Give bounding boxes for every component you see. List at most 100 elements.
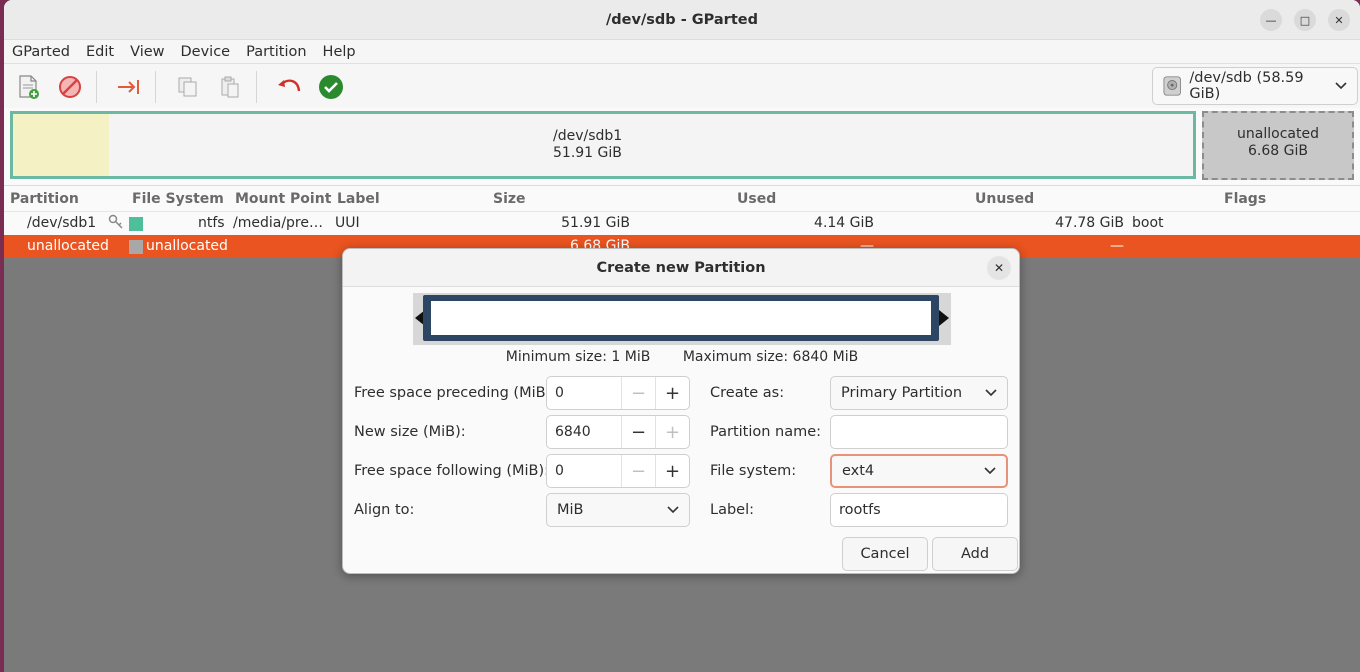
toolbar-separator bbox=[155, 70, 156, 103]
resize-right-handle-icon[interactable] bbox=[939, 310, 949, 326]
new-document-icon bbox=[19, 74, 39, 99]
close-button[interactable]: ✕ bbox=[1328, 9, 1350, 31]
menu-view[interactable]: View bbox=[124, 44, 170, 60]
partition-resizer[interactable] bbox=[413, 293, 951, 345]
apply-button[interactable] bbox=[313, 69, 349, 105]
minimize-button[interactable]: — bbox=[1260, 9, 1282, 31]
col-flags[interactable]: Flags bbox=[1224, 191, 1266, 207]
chevron-down-icon bbox=[1335, 82, 1347, 90]
window-controls: — □ ✕ bbox=[1260, 9, 1350, 31]
toolbar-separator bbox=[256, 70, 257, 103]
diskmap-unallocated-text: unallocated 6.68 GiB bbox=[1204, 126, 1352, 160]
menu-gparted[interactable]: GParted bbox=[6, 44, 76, 60]
chevron-down-icon bbox=[985, 389, 997, 397]
resize-move-button[interactable] bbox=[111, 69, 147, 105]
align-combo[interactable]: MiB bbox=[546, 493, 690, 527]
filesystem-color-swatch bbox=[129, 240, 143, 254]
diskmap-partition-size: 51.91 GiB bbox=[553, 145, 622, 161]
new-size-label: New size (MiB): bbox=[354, 424, 466, 440]
cancel-button[interactable]: Cancel bbox=[842, 537, 928, 571]
min-size-text: Minimum size: 1 MiB bbox=[505, 349, 651, 365]
following-spinbutton[interactable]: 0 − + bbox=[546, 454, 690, 488]
key-icon bbox=[108, 214, 124, 234]
device-selector[interactable]: /dev/sdb (58.59 GiB) bbox=[1152, 67, 1358, 105]
following-value[interactable]: 0 bbox=[547, 463, 621, 479]
filesystem-combo[interactable]: ext4 bbox=[830, 454, 1008, 488]
cell-flags: boot bbox=[1132, 215, 1164, 231]
copy-button[interactable] bbox=[170, 69, 206, 105]
table-row[interactable]: /dev/sdb1 ntfs /media/pre… UUI 51.91 GiB… bbox=[4, 212, 1360, 235]
partition-name-label: Partition name: bbox=[710, 424, 822, 440]
cancel-icon bbox=[59, 75, 81, 98]
diskmap-partition-sdb1[interactable]: /dev/sdb1 51.91 GiB bbox=[10, 111, 1196, 179]
cell-partition: /dev/sdb1 bbox=[27, 215, 97, 231]
filesystem-color-swatch bbox=[129, 217, 143, 231]
col-size[interactable]: Size bbox=[493, 191, 526, 207]
partition-name-field[interactable] bbox=[830, 415, 1008, 449]
undo-icon bbox=[278, 78, 301, 91]
cell-partition: unallocated bbox=[27, 238, 109, 254]
col-unused[interactable]: Unused bbox=[975, 191, 1034, 207]
table-header: Partition File System Mount Point Label … bbox=[4, 186, 1360, 212]
checkmark-icon bbox=[319, 74, 343, 99]
align-value: MiB bbox=[557, 502, 584, 518]
resizer-inner bbox=[431, 301, 931, 335]
col-partition[interactable]: Partition bbox=[10, 191, 79, 207]
create-as-combo[interactable]: Primary Partition bbox=[830, 376, 1008, 410]
paste-icon bbox=[221, 76, 239, 97]
undo-button[interactable] bbox=[271, 69, 307, 105]
toolbar-separator bbox=[96, 70, 97, 103]
resizer-frame[interactable] bbox=[423, 295, 939, 341]
cell-mountpoint: /media/pre… bbox=[233, 215, 323, 231]
decrement-button[interactable]: − bbox=[621, 455, 655, 487]
col-used[interactable]: Used bbox=[737, 191, 776, 207]
label-value: rootfs bbox=[839, 502, 881, 518]
menu-edit[interactable]: Edit bbox=[80, 44, 120, 60]
diskmap-partition-text: /dev/sdb1 51.91 GiB bbox=[13, 128, 1193, 162]
delete-partition-button[interactable] bbox=[52, 69, 88, 105]
cell-unused: 47.78 GiB bbox=[1055, 215, 1124, 231]
label-field[interactable]: rootfs bbox=[830, 493, 1008, 527]
dialog-close-button[interactable]: ✕ bbox=[987, 256, 1011, 280]
chevron-down-icon bbox=[984, 467, 996, 475]
chevron-down-icon bbox=[667, 506, 679, 514]
increment-button[interactable]: + bbox=[655, 377, 689, 409]
create-as-label: Create as: bbox=[710, 385, 785, 401]
add-button[interactable]: Add bbox=[932, 537, 1018, 571]
dialog-title: Create new Partition bbox=[596, 259, 766, 276]
maximize-button[interactable]: □ bbox=[1294, 9, 1316, 31]
disk-map: /dev/sdb1 51.91 GiB unallocated 6.68 GiB bbox=[4, 108, 1360, 186]
dialog-titlebar: Create new Partition ✕ bbox=[343, 249, 1019, 287]
menu-partition[interactable]: Partition bbox=[240, 44, 312, 60]
create-partition-dialog: Create new Partition ✕ Minimum size: 1 M… bbox=[342, 248, 1020, 574]
diskmap-unallocated[interactable]: unallocated 6.68 GiB bbox=[1202, 111, 1354, 180]
increment-button[interactable]: + bbox=[655, 416, 689, 448]
cell-filesystem: unallocated bbox=[146, 238, 228, 254]
new-partition-button[interactable] bbox=[10, 69, 46, 105]
cell-label: UUI bbox=[335, 215, 360, 231]
title-bar: /dev/sdb - GParted — □ ✕ bbox=[4, 0, 1360, 40]
menu-device[interactable]: Device bbox=[175, 44, 237, 60]
toolbar: /dev/sdb (58.59 GiB) bbox=[4, 64, 1360, 110]
preceding-label: Free space preceding (MiB): bbox=[354, 385, 557, 401]
decrement-button[interactable]: − bbox=[621, 377, 655, 409]
preceding-spinbutton[interactable]: 0 − + bbox=[546, 376, 690, 410]
diskmap-unallocated-name: unallocated bbox=[1237, 126, 1319, 142]
align-label: Align to: bbox=[354, 502, 415, 518]
cell-unused: — bbox=[1110, 238, 1124, 254]
new-size-spinbutton[interactable]: 6840 − + bbox=[546, 415, 690, 449]
decrement-button[interactable]: − bbox=[621, 416, 655, 448]
copy-icon bbox=[178, 77, 197, 96]
col-mountpoint[interactable]: Mount Point bbox=[235, 191, 331, 207]
arrow-right-bar-icon bbox=[118, 79, 139, 94]
increment-button[interactable]: + bbox=[655, 455, 689, 487]
preceding-value[interactable]: 0 bbox=[547, 385, 621, 401]
col-filesystem[interactable]: File System bbox=[132, 191, 224, 207]
menu-help[interactable]: Help bbox=[317, 44, 362, 60]
paste-button[interactable] bbox=[212, 69, 248, 105]
create-as-value: Primary Partition bbox=[841, 385, 963, 401]
harddisk-icon bbox=[1163, 76, 1181, 96]
col-label[interactable]: Label bbox=[337, 191, 380, 207]
new-size-value[interactable]: 6840 bbox=[547, 424, 621, 440]
cell-used: 4.14 GiB bbox=[814, 215, 874, 231]
